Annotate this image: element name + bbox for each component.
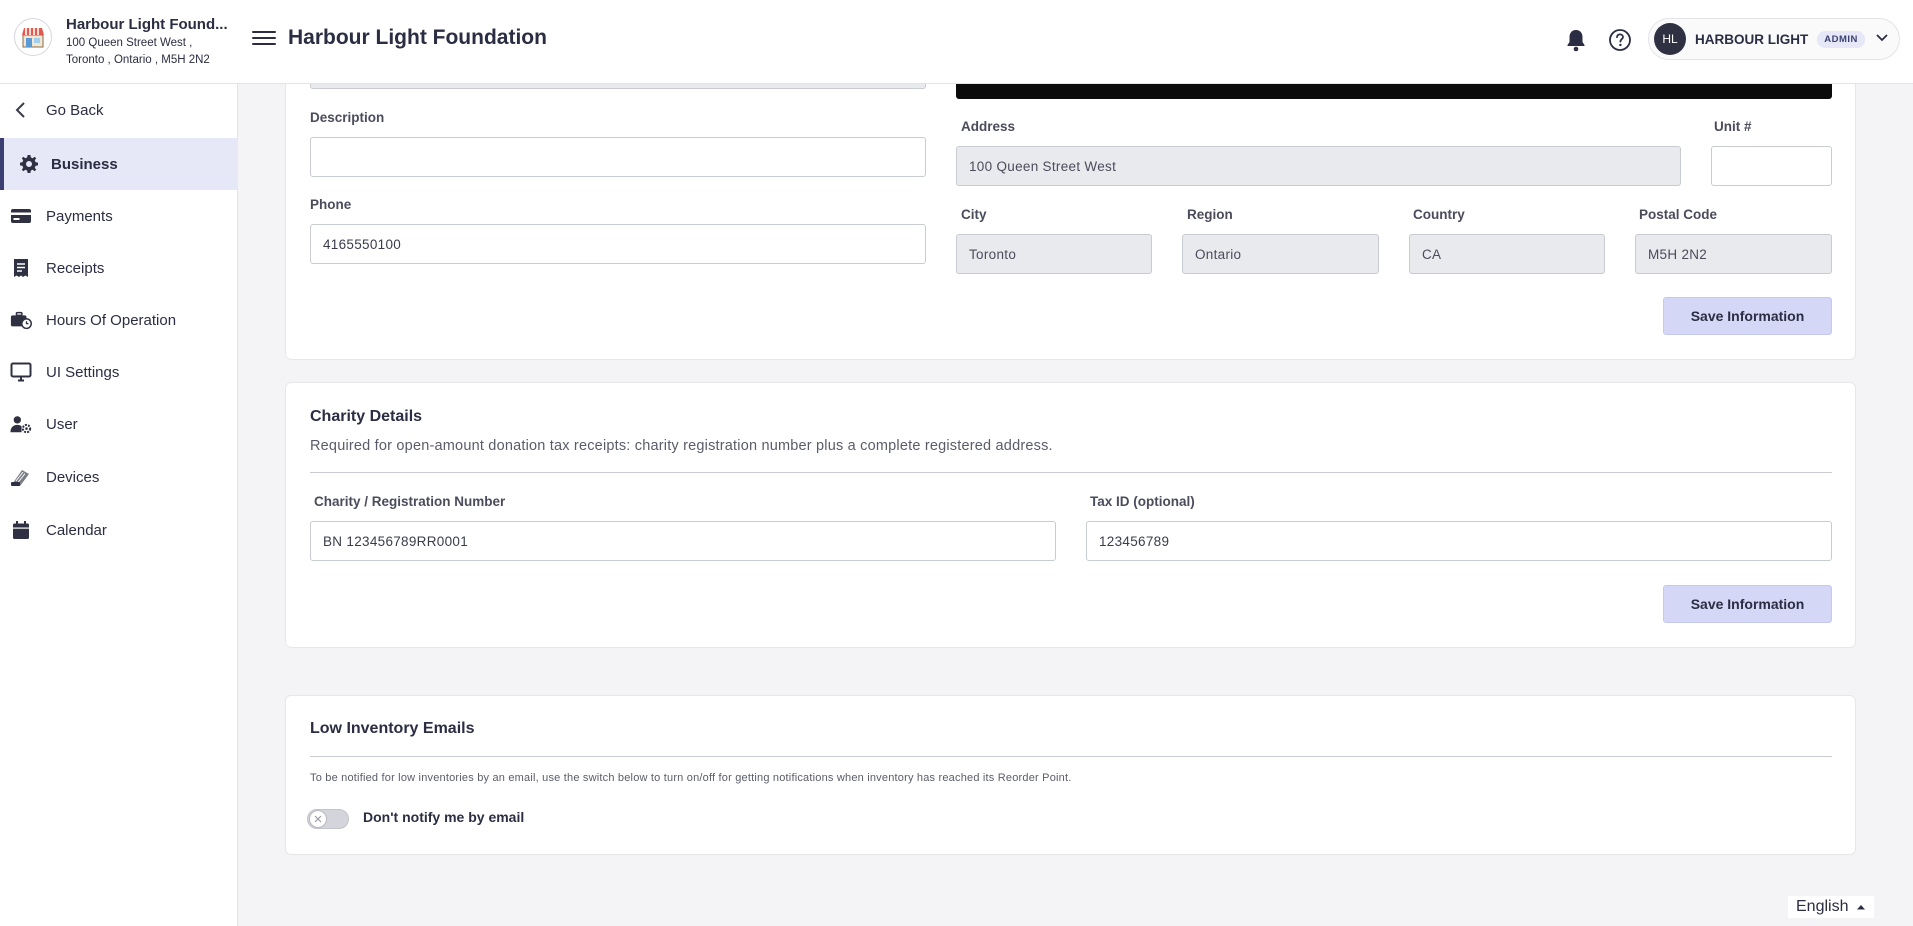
store-address-line2: Toronto , Ontario , M5H 2N2 [66,54,210,66]
postal-code-label: Postal Code [1639,207,1718,222]
business-clock-icon [10,309,32,331]
phone-label: Phone [310,197,352,212]
country-label: Country [1413,207,1465,222]
business-info-card: Description Phone 4165550100 Address 100… [285,40,1856,360]
low-inventory-card: Low Inventory Emails To be notified for … [285,695,1856,855]
charity-details-description: Required for open-amount donation tax re… [310,438,1053,454]
charity-registration-label: Charity / Registration Number [314,494,506,509]
calendar-icon [10,519,32,541]
sidebar-item-hours-of-operation[interactable]: Hours Of Operation [0,294,238,346]
sidebar-item-label: Receipts [46,259,105,277]
sidebar-item-label: Hours Of Operation [46,311,177,329]
address-field[interactable]: 100 Queen Street West [956,146,1681,186]
sidebar-item-user[interactable]: User [0,398,238,450]
language-label: English [1796,898,1849,915]
receipt-icon [10,257,32,279]
low-inventory-description: To be notified for low inventories by an… [310,772,1072,784]
sidebar-item-devices[interactable]: Devices [0,451,238,503]
divider [310,756,1832,757]
notify-email-label: Don't notify me by email [363,809,525,825]
credit-card-icon [10,205,32,227]
region-label: Region [1187,207,1233,222]
sidebar-item-label: Calendar [46,521,107,539]
divider [310,472,1832,473]
charity-details-card: Charity Details Required for open-amount… [285,382,1856,648]
address-label: Address [961,119,1016,134]
page-title: Harbour Light Foundation [288,26,547,49]
sidebar-item-business[interactable]: Business [0,138,238,190]
chevron-left-icon [10,99,32,121]
save-information-button[interactable]: Save Information [1663,585,1832,623]
caret-up-icon [1856,904,1866,910]
storefront-icon [14,18,52,56]
description-label: Description [310,110,385,125]
avatar: HL [1654,23,1686,55]
user-gear-icon [10,413,32,435]
postal-code-field[interactable]: M5H 2N2 [1635,234,1832,274]
store-address: 100 Queen Street West , Toronto , Ontari… [66,35,246,69]
chevron-down-icon [1875,30,1889,48]
store-name: Harbour Light Found... [66,16,228,33]
sidebar-item-label: Devices [46,468,100,486]
sidebar-item-label: UI Settings [46,363,120,381]
close-icon [309,810,327,828]
sidebar-item-label: User [46,415,78,433]
user-name: HARBOUR LIGHT [1695,31,1809,47]
sidebar-item-label: Go Back [46,101,104,119]
sidebar-item-receipts[interactable]: Receipts [0,242,238,294]
role-badge: ADMIN [1817,30,1865,48]
top-header: Harbour Light Found... 100 Queen Street … [0,0,1913,84]
unit-label: Unit # [1714,119,1752,134]
charity-details-title: Charity Details [310,408,423,425]
sidebar-item-ui-settings[interactable]: UI Settings [0,346,238,398]
hamburger-menu-icon[interactable] [252,27,276,51]
sidebar: Go Back Business Payments Receipts Hours… [0,84,238,926]
city-field[interactable]: Toronto [956,234,1152,274]
city-label: City [961,207,987,222]
bell-icon[interactable] [1562,26,1590,54]
region-field[interactable]: Ontario [1182,234,1379,274]
unit-field[interactable] [1711,146,1832,186]
sidebar-item-calendar[interactable]: Calendar [0,504,238,556]
low-inventory-title: Low Inventory Emails [310,720,475,737]
country-field[interactable]: CA [1409,234,1605,274]
phone-field[interactable]: 4165550100 [310,224,926,264]
gear-icon [18,153,40,175]
card-reader-icon [10,466,32,488]
sidebar-item-label: Payments [46,207,113,225]
sidebar-item-label: Business [51,155,118,173]
tax-id-label: Tax ID (optional) [1090,494,1195,509]
user-menu-button[interactable]: HL HARBOUR LIGHT ADMIN [1648,18,1900,60]
save-information-button[interactable]: Save Information [1663,297,1832,335]
description-field[interactable] [310,137,926,177]
charity-registration-field[interactable]: BN 123456789RR0001 [310,521,1056,561]
tax-id-field[interactable]: 123456789 [1086,521,1832,561]
sidebar-item-go-back[interactable]: Go Back [0,84,238,136]
notify-email-toggle[interactable] [307,809,349,829]
sidebar-item-payments[interactable]: Payments [0,190,238,242]
store-address-line1: 100 Queen Street West , [66,37,193,49]
monitor-icon [10,361,32,383]
help-icon[interactable] [1606,26,1634,54]
language-selector[interactable]: English [1788,896,1875,918]
